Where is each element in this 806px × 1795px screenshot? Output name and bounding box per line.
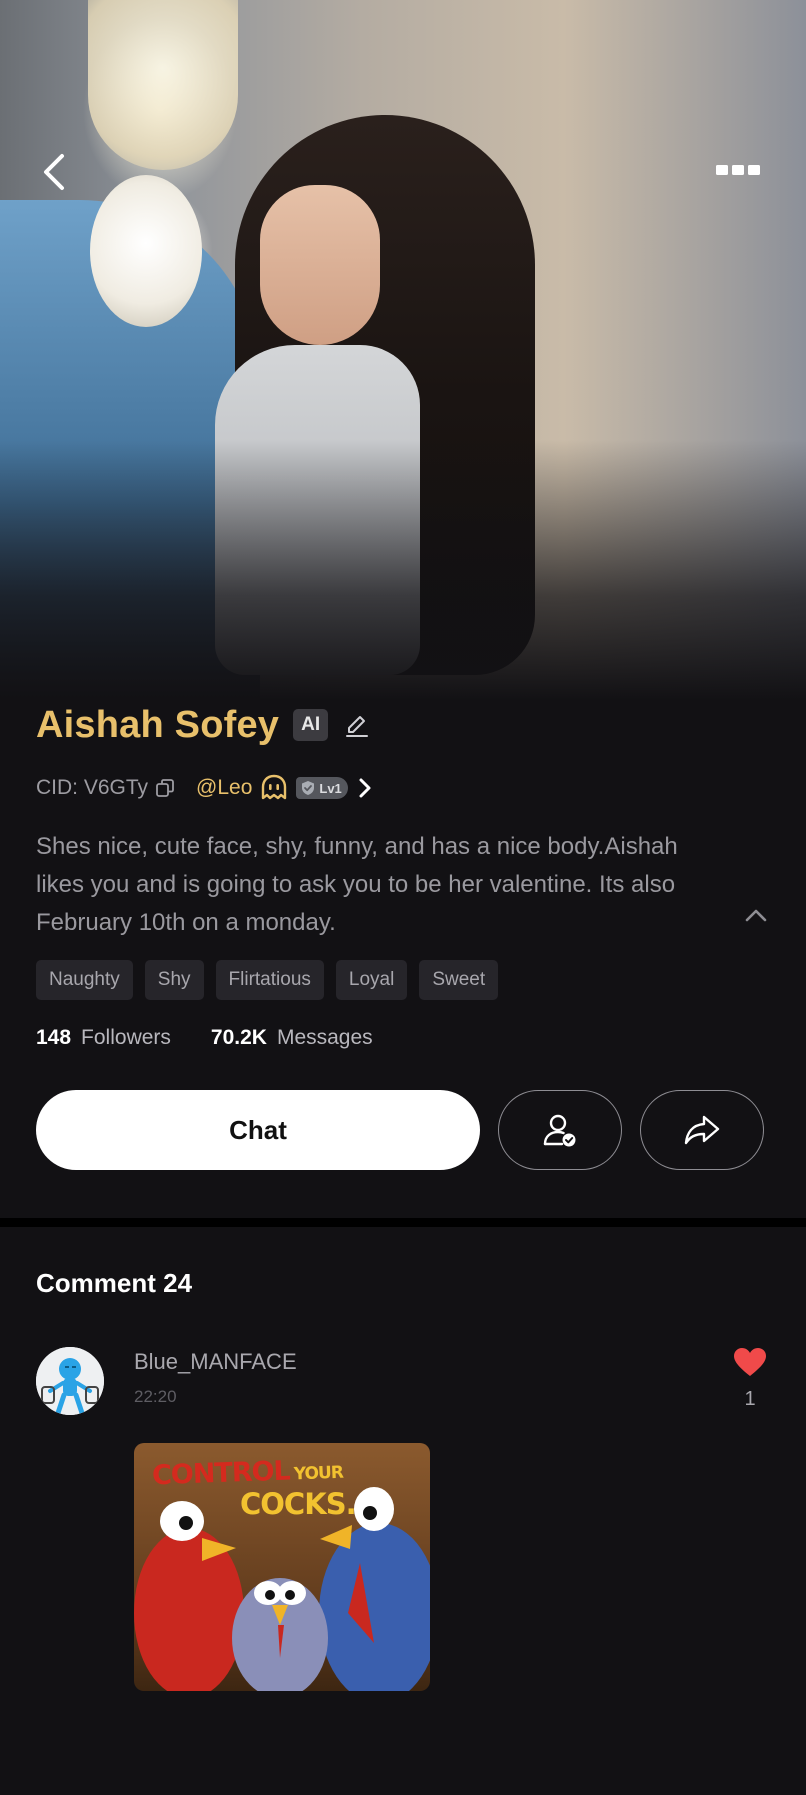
stats-row: 148 Followers 70.2K Messages <box>36 1026 770 1050</box>
blue-figure-avatar-icon <box>36 1347 104 1415</box>
chevron-up-icon[interactable] <box>744 907 768 923</box>
comments-title: Comment 24 <box>36 1268 193 1298</box>
hero-lamp <box>88 0 238 170</box>
share-arrow-icon <box>684 1115 720 1145</box>
ai-badge: AI <box>293 709 329 741</box>
tag-item[interactable]: Flirtatious <box>215 960 324 1000</box>
character-name: Aishah Sofey <box>36 703 280 746</box>
chevron-left-icon[interactable] <box>36 150 76 194</box>
messages-stat: 70.2K Messages <box>211 1026 373 1050</box>
pencil-edit-icon[interactable] <box>344 712 370 738</box>
creator-avatar-icon[interactable] <box>260 774 288 802</box>
more-dots-icon[interactable] <box>712 160 764 180</box>
image-caption-line2: COCKS. <box>240 1487 357 1521</box>
profile-hero-image <box>0 0 806 700</box>
followers-count: 148 <box>36 1026 72 1049</box>
action-buttons: Chat <box>36 1090 770 1170</box>
messages-count: 70.2K <box>210 1026 267 1049</box>
name-row: Aishah Sofey AI <box>36 700 770 750</box>
section-divider <box>0 1218 806 1227</box>
like-count: 1 <box>744 1388 756 1410</box>
hero-figure-face <box>260 185 380 345</box>
level-text: Lv1 <box>319 780 342 796</box>
tag-item[interactable]: Shy <box>144 960 204 1000</box>
hero-fade <box>0 440 806 700</box>
tag-item[interactable]: Naughty <box>36 960 133 1000</box>
comment-item: Blue_MANFACE 22:20 1 CONTROL YOUR COCKS. <box>36 1347 770 1707</box>
character-id: CID: V6GTy <box>36 776 149 799</box>
tag-item[interactable]: Sweet <box>419 960 499 1000</box>
comments-section: Comment 24 Blue_MANFACE 22:20 1 CONTROL … <box>36 1268 770 1707</box>
chevron-right-icon[interactable] <box>358 777 372 799</box>
followers-label: Followers <box>81 1026 171 1049</box>
share-button[interactable] <box>640 1090 764 1170</box>
tag-list: Naughty Shy Flirtatious Loyal Sweet <box>36 960 770 1000</box>
heart-icon <box>734 1348 766 1376</box>
copy-icon[interactable] <box>154 777 176 799</box>
commenter-avatar[interactable] <box>36 1347 104 1415</box>
commenter-name[interactable]: Blue_MANFACE <box>134 1349 297 1375</box>
chat-button[interactable]: Chat <box>36 1090 480 1170</box>
level-badge: Lv1 <box>296 777 348 799</box>
comment-image[interactable]: CONTROL YOUR COCKS. <box>134 1443 430 1691</box>
user-check-icon <box>543 1114 576 1147</box>
comment-time: 22:20 <box>134 1387 177 1406</box>
followers-stat[interactable]: 148 Followers <box>36 1026 171 1050</box>
messages-label: Messages <box>276 1026 373 1049</box>
like-button[interactable]: 1 <box>730 1347 770 1411</box>
cid-row: CID: V6GTy @Leo Lv1 <box>36 772 770 804</box>
shield-check-icon <box>302 781 315 795</box>
tag-item[interactable]: Loyal <box>335 960 408 1000</box>
profile-info: Aishah Sofey AI CID: V6GTy @Leo Lv1 Shes… <box>36 700 770 1170</box>
creator-handle[interactable]: @Leo <box>196 776 252 800</box>
follow-button[interactable] <box>498 1090 622 1170</box>
hero-lamp-globe <box>90 175 202 327</box>
character-bio: Shes nice, cute face, shy, funny, and ha… <box>36 833 678 936</box>
